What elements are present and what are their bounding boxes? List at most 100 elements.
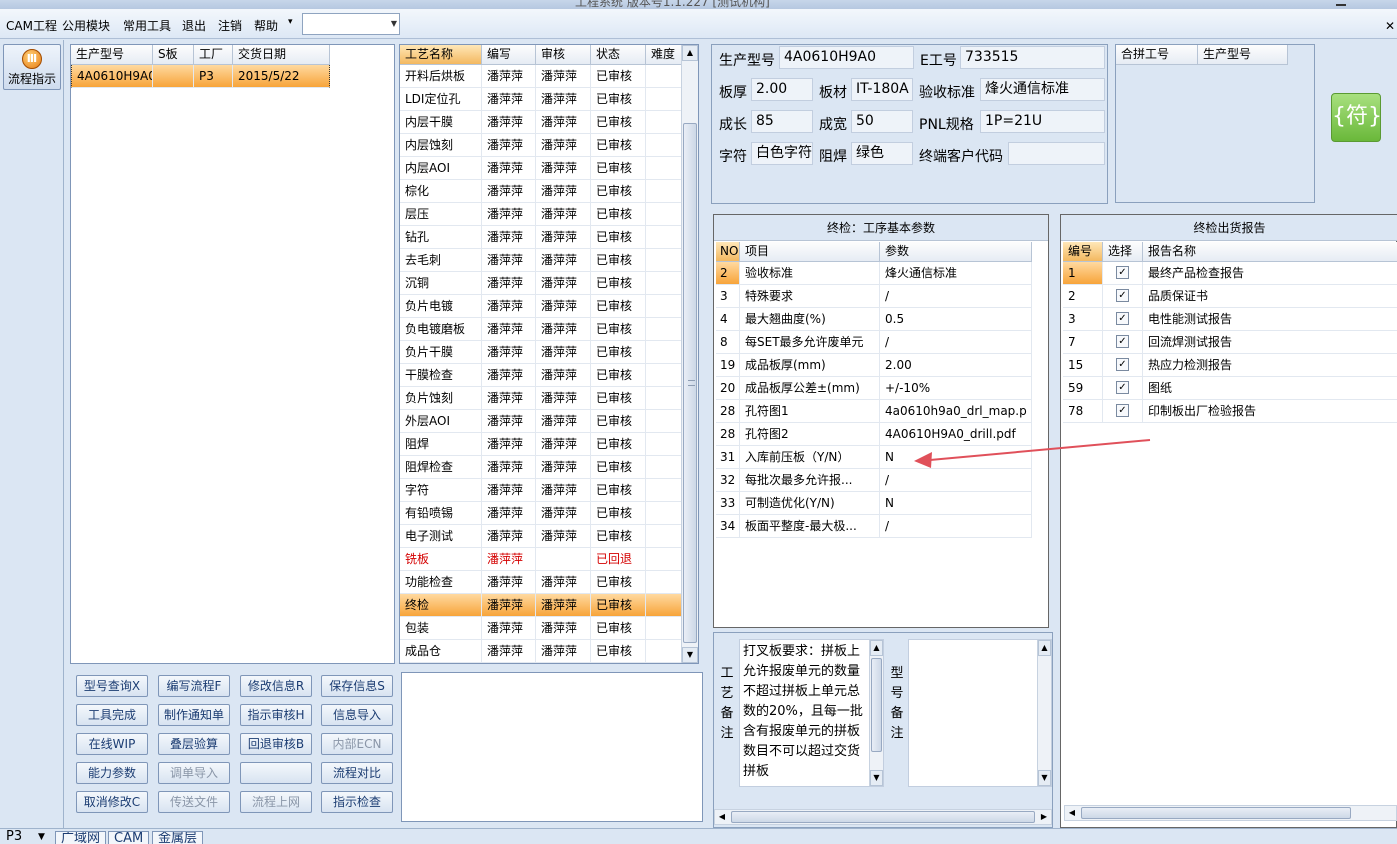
process-writer-cell[interactable]: 潘萍萍 [482,272,536,295]
process-writer-cell[interactable]: 潘萍萍 [482,456,536,479]
minimize-icon[interactable] [1336,0,1346,6]
col-header-status[interactable]: 状态 [591,45,646,65]
process-reviewer-cell[interactable]: 潘萍萍 [536,134,591,157]
process-name-cell[interactable]: 电子测试 [400,525,482,548]
process-status-cell[interactable]: 已审核 [591,594,646,617]
chevron-down-icon[interactable]: ▼ [38,832,45,842]
process-writer-cell[interactable]: 潘萍萍 [482,295,536,318]
instruct-review-button[interactable]: 指示审核H [240,704,312,726]
col-header-difficulty[interactable]: 难度 [646,45,682,65]
process-status-cell[interactable]: 已审核 [591,640,646,663]
process-writer-cell[interactable]: 潘萍萍 [482,364,536,387]
symbol-badge-icon[interactable]: {符} [1331,93,1382,142]
param-value-cell[interactable]: +/-10% [880,377,1032,400]
process-writer-cell[interactable]: 潘萍萍 [482,249,536,272]
process-status-cell[interactable]: 已审核 [591,88,646,111]
process-difficulty-cell[interactable] [646,157,682,180]
model-query-button[interactable]: 型号查询X [76,675,148,697]
stack-check-button[interactable]: 叠层验算 [158,733,230,755]
report-name-cell[interactable]: 图纸 [1143,377,1397,400]
process-writer-cell[interactable]: 潘萍萍 [482,617,536,640]
process-status-cell[interactable]: 已审核 [591,318,646,341]
process-reviewer-cell[interactable]: 潘萍萍 [536,571,591,594]
process-name-cell[interactable]: 铣板 [400,548,482,571]
process-name-cell[interactable]: 负片干膜 [400,341,482,364]
process-status-cell[interactable]: 已审核 [591,387,646,410]
col-header-report-name[interactable]: 报告名称 [1143,242,1397,262]
process-status-cell[interactable]: 已审核 [591,456,646,479]
process-status-cell[interactable]: 已审核 [591,479,646,502]
s-board-cell[interactable] [153,65,194,88]
process-writer-cell[interactable]: 潘萍萍 [482,479,536,502]
flow-compare-button[interactable]: 流程对比 [321,762,393,784]
scroll-right-icon[interactable]: ▶ [1037,810,1051,824]
process-name-cell[interactable]: 开料后烘板 [400,65,482,88]
process-status-cell[interactable]: 已审核 [591,65,646,88]
process-writer-cell[interactable]: 潘萍萍 [482,525,536,548]
process-status-cell[interactable]: 已审核 [591,249,646,272]
cancel-modify-button[interactable]: 取消修改C [76,791,148,813]
tool-done-button[interactable]: 工具完成 [76,704,148,726]
col-header-factory[interactable]: 工厂 [194,45,233,65]
process-remark-scrollbar[interactable]: ▲ ▼ [869,640,883,786]
process-status-cell[interactable]: 已审核 [591,180,646,203]
report-select-checkbox[interactable]: ✓ [1116,266,1129,279]
process-status-cell[interactable]: 已审核 [591,203,646,226]
process-difficulty-cell[interactable] [646,341,682,364]
process-reviewer-cell[interactable]: 潘萍萍 [536,111,591,134]
param-value-cell[interactable]: 2.00 [880,354,1032,377]
report-select-checkbox[interactable]: ✓ [1116,358,1129,371]
report-select-checkbox[interactable]: ✓ [1116,335,1129,348]
process-status-cell[interactable]: 已审核 [591,157,646,180]
process-writer-cell[interactable]: 潘萍萍 [482,134,536,157]
process-reviewer-cell[interactable]: 潘萍萍 [536,180,591,203]
internal-ecn-button[interactable]: 内部ECN [321,733,393,755]
process-difficulty-cell[interactable] [646,134,682,157]
col-header-reviewer[interactable]: 审核 [536,45,591,65]
menu-help-chevron-down-icon[interactable]: ▾ [288,17,293,27]
scroll-up-icon[interactable]: ▲ [682,45,698,61]
process-reviewer-cell[interactable]: 潘萍萍 [536,433,591,456]
process-writer-cell[interactable]: 潘萍萍 [482,410,536,433]
process-writer-cell[interactable]: 潘萍萍 [482,548,536,571]
standard-field[interactable]: 烽火通信标准 [980,78,1105,101]
process-reviewer-cell[interactable]: 潘萍萍 [536,502,591,525]
process-name-cell[interactable]: 负电镀磨板 [400,318,482,341]
process-writer-cell[interactable]: 潘萍萍 [482,502,536,525]
delivery-date-cell[interactable]: 2015/5/22 [233,65,330,88]
process-status-cell[interactable]: 已审核 [591,295,646,318]
process-difficulty-cell[interactable] [646,249,682,272]
menu-help[interactable]: 帮助 [254,17,278,34]
process-name-cell[interactable]: 包装 [400,617,482,640]
customer-code-field[interactable] [1008,142,1105,165]
blank-button[interactable] [240,762,312,784]
report-name-cell[interactable]: 品质保证书 [1143,285,1397,308]
process-difficulty-cell[interactable] [646,525,682,548]
menu-common-tools[interactable]: 常用工具 [123,17,171,34]
info-import-button[interactable]: 信息导入 [321,704,393,726]
process-difficulty-cell[interactable] [646,88,682,111]
process-difficulty-cell[interactable] [646,433,682,456]
process-name-cell[interactable]: 外层AOI [400,410,482,433]
model-remark-textbox[interactable]: ▲ ▼ [908,639,1052,787]
report-hscrollbar[interactable]: ◀ [1064,805,1397,821]
chevron-down-icon[interactable]: ▼ [391,19,397,28]
process-reviewer-cell[interactable]: 潘萍萍 [536,617,591,640]
col-header-name[interactable]: 工艺名称 [400,45,482,65]
scroll-down-icon[interactable]: ▼ [870,770,883,786]
modify-info-button[interactable]: 修改信息R [240,675,312,697]
process-status-cell[interactable]: 已审核 [591,272,646,295]
process-reviewer-cell[interactable]: 潘萍萍 [536,295,591,318]
col-header-writer[interactable]: 编写 [482,45,536,65]
process-reviewer-cell[interactable]: 潘萍萍 [536,456,591,479]
process-difficulty-cell[interactable] [646,364,682,387]
process-name-cell[interactable]: 沉铜 [400,272,482,295]
char-field[interactable]: 白色字符 [751,142,813,165]
process-reviewer-cell[interactable]: 潘萍萍 [536,341,591,364]
process-reviewer-cell[interactable]: 潘萍萍 [536,203,591,226]
param-value-cell[interactable]: 0.5 [880,308,1032,331]
col-header-merge-no[interactable]: 合拼工号 [1116,45,1198,65]
menu-cam[interactable]: CAM工程 [6,17,57,34]
process-name-cell[interactable]: 去毛刺 [400,249,482,272]
write-flow-button[interactable]: 编写流程F [158,675,230,697]
